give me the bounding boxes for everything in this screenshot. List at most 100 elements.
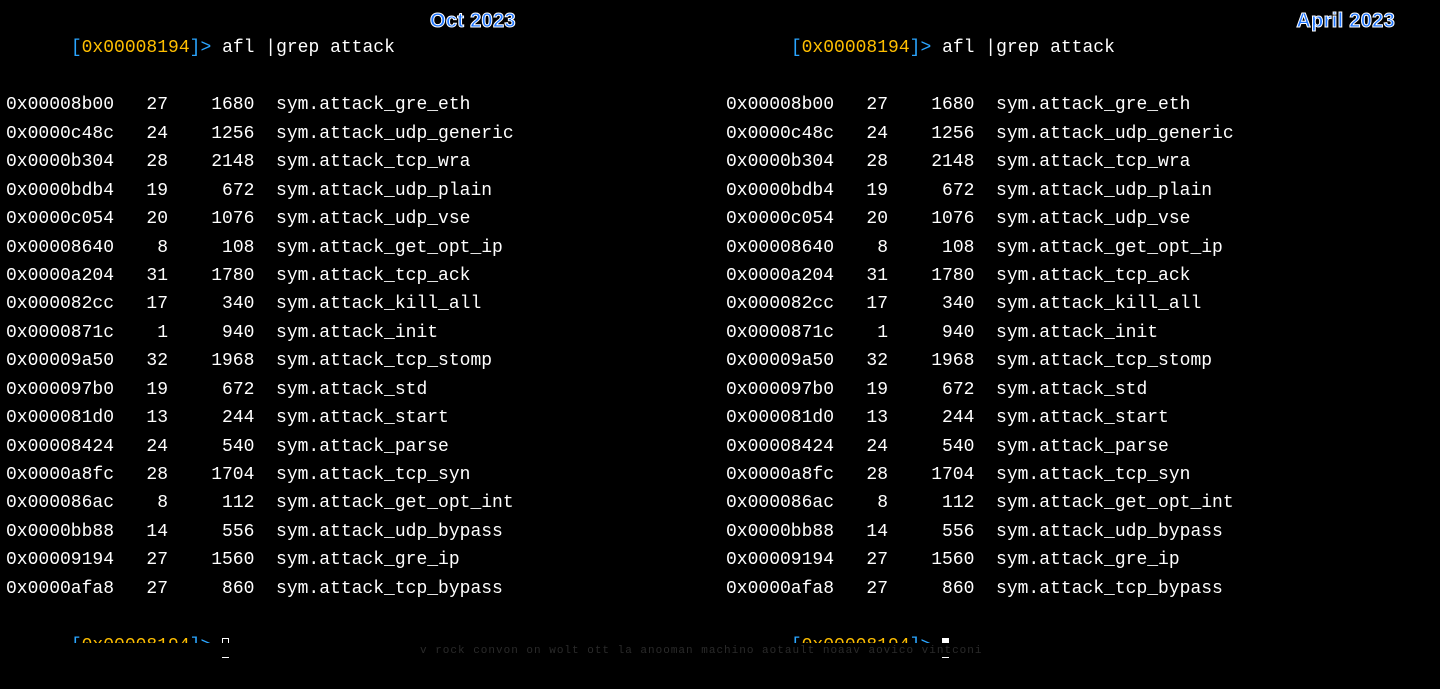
row-col1: 14 <box>845 518 888 546</box>
output-row: 0x0000c48c241256sym.attack_udp_generic <box>726 120 1440 148</box>
row-address: 0x000086ac <box>6 489 125 517</box>
row-symbol: sym.attack_get_opt_int <box>254 489 513 517</box>
row-symbol: sym.attack_kill_all <box>974 290 1201 318</box>
row-col2: 672 <box>888 177 974 205</box>
output-row: 0x00008b00271680sym.attack_gre_eth <box>726 91 1440 119</box>
row-address: 0x0000bb88 <box>726 518 845 546</box>
row-address: 0x000081d0 <box>6 404 125 432</box>
row-col1: 27 <box>125 546 168 574</box>
row-address: 0x0000bdb4 <box>6 177 125 205</box>
output-row: 0x00009a50321968sym.attack_tcp_stomp <box>726 347 1440 375</box>
row-col2: 556 <box>168 518 254 546</box>
row-col1: 20 <box>845 205 888 233</box>
row-address: 0x00009a50 <box>6 347 125 375</box>
output-row: 0x0000a204311780sym.attack_tcp_ack <box>726 262 1440 290</box>
prompt-line-idle[interactable]: [0x00008194]> <box>726 603 1440 688</box>
row-col1: 8 <box>845 489 888 517</box>
row-col1: 19 <box>845 376 888 404</box>
row-address: 0x0000c48c <box>726 120 845 148</box>
output-row: 0x0000c48c241256sym.attack_udp_generic <box>6 120 720 148</box>
row-address: 0x00009194 <box>726 546 845 574</box>
row-col1: 24 <box>845 120 888 148</box>
output-row: 0x0000871c1940sym.attack_init <box>726 319 1440 347</box>
row-address: 0x000086ac <box>726 489 845 517</box>
cursor-icon <box>942 638 948 658</box>
row-symbol: sym.attack_gre_ip <box>974 546 1179 574</box>
row-address: 0x00008b00 <box>6 91 125 119</box>
row-col2: 244 <box>168 404 254 432</box>
row-col2: 108 <box>888 234 974 262</box>
row-symbol: sym.attack_gre_eth <box>974 91 1190 119</box>
output-row: 0x000086408108sym.attack_get_opt_ip <box>726 234 1440 262</box>
row-col1: 13 <box>125 404 168 432</box>
prompt-open-bracket: [ <box>71 38 82 58</box>
row-address: 0x000082cc <box>726 290 845 318</box>
row-symbol: sym.attack_tcp_bypass <box>974 575 1222 603</box>
row-address: 0x0000a8fc <box>726 461 845 489</box>
output-row: 0x0000a8fc281704sym.attack_tcp_syn <box>726 461 1440 489</box>
row-symbol: sym.attack_init <box>254 319 438 347</box>
row-col2: 1076 <box>888 205 974 233</box>
output-row: 0x00008b00271680sym.attack_gre_eth <box>6 91 720 119</box>
output-row: 0x0000b304282148sym.attack_tcp_wra <box>6 148 720 176</box>
row-col2: 108 <box>168 234 254 262</box>
row-symbol: sym.attack_tcp_stomp <box>254 347 492 375</box>
row-col1: 1 <box>125 319 168 347</box>
output-row: 0x000086408108sym.attack_get_opt_ip <box>6 234 720 262</box>
row-address: 0x0000afa8 <box>726 575 845 603</box>
row-col2: 1560 <box>888 546 974 574</box>
row-col2: 860 <box>168 575 254 603</box>
row-address: 0x000097b0 <box>726 376 845 404</box>
row-col1: 8 <box>125 234 168 262</box>
output-row: 0x0000a204311780sym.attack_tcp_ack <box>6 262 720 290</box>
row-symbol: sym.attack_udp_bypass <box>974 518 1222 546</box>
row-address: 0x0000b304 <box>6 148 125 176</box>
row-col2: 340 <box>888 290 974 318</box>
row-symbol: sym.attack_udp_generic <box>974 120 1233 148</box>
row-address: 0x0000afa8 <box>6 575 125 603</box>
row-address: 0x00009194 <box>6 546 125 574</box>
output-row: 0x0000bdb419672sym.attack_udp_plain <box>6 177 720 205</box>
row-address: 0x0000a8fc <box>6 461 125 489</box>
row-address: 0x00008424 <box>6 433 125 461</box>
prompt-line: [0x00008194]> afl |grep attack <box>726 6 1440 91</box>
row-symbol: sym.attack_udp_vse <box>254 205 470 233</box>
output-row: 0x00009a50321968sym.attack_tcp_stomp <box>6 347 720 375</box>
output-row: 0x000086ac8112sym.attack_get_opt_int <box>6 489 720 517</box>
row-col1: 14 <box>125 518 168 546</box>
output-row: 0x000081d013244sym.attack_start <box>726 404 1440 432</box>
row-col1: 27 <box>845 91 888 119</box>
row-col1: 19 <box>845 177 888 205</box>
command-text: afl |grep attack <box>222 38 395 58</box>
row-symbol: sym.attack_tcp_ack <box>254 262 470 290</box>
output-row: 0x0000842424540sym.attack_parse <box>6 433 720 461</box>
row-col1: 1 <box>845 319 888 347</box>
terminal-pane-right[interactable]: April 2023 [0x00008194]> afl |grep attac… <box>720 0 1440 657</box>
row-col1: 28 <box>845 148 888 176</box>
row-col2: 1704 <box>168 461 254 489</box>
row-address: 0x0000bb88 <box>6 518 125 546</box>
row-col2: 1780 <box>168 262 254 290</box>
row-address: 0x00008b00 <box>726 91 845 119</box>
output-row: 0x00009194271560sym.attack_gre_ip <box>6 546 720 574</box>
row-col2: 556 <box>888 518 974 546</box>
terminal-pane-left[interactable]: Oct 2023 [0x00008194]> afl |grep attack … <box>0 0 720 657</box>
output-row: 0x000081d013244sym.attack_start <box>6 404 720 432</box>
row-col1: 19 <box>125 177 168 205</box>
row-symbol: sym.attack_parse <box>974 433 1168 461</box>
row-symbol: sym.attack_tcp_wra <box>254 148 470 176</box>
row-col2: 112 <box>168 489 254 517</box>
prompt-line-idle[interactable]: [0x00008194]> <box>6 603 720 688</box>
output-row: 0x0000c054201076sym.attack_udp_vse <box>726 205 1440 233</box>
row-col1: 17 <box>845 290 888 318</box>
row-symbol: sym.attack_udp_generic <box>254 120 513 148</box>
row-col2: 112 <box>888 489 974 517</box>
row-col2: 1256 <box>888 120 974 148</box>
row-address: 0x000081d0 <box>726 404 845 432</box>
row-symbol: sym.attack_tcp_bypass <box>254 575 502 603</box>
row-symbol: sym.attack_tcp_syn <box>254 461 470 489</box>
row-address: 0x000097b0 <box>6 376 125 404</box>
row-col1: 13 <box>845 404 888 432</box>
output-row: 0x0000bdb419672sym.attack_udp_plain <box>726 177 1440 205</box>
row-address: 0x0000871c <box>726 319 845 347</box>
